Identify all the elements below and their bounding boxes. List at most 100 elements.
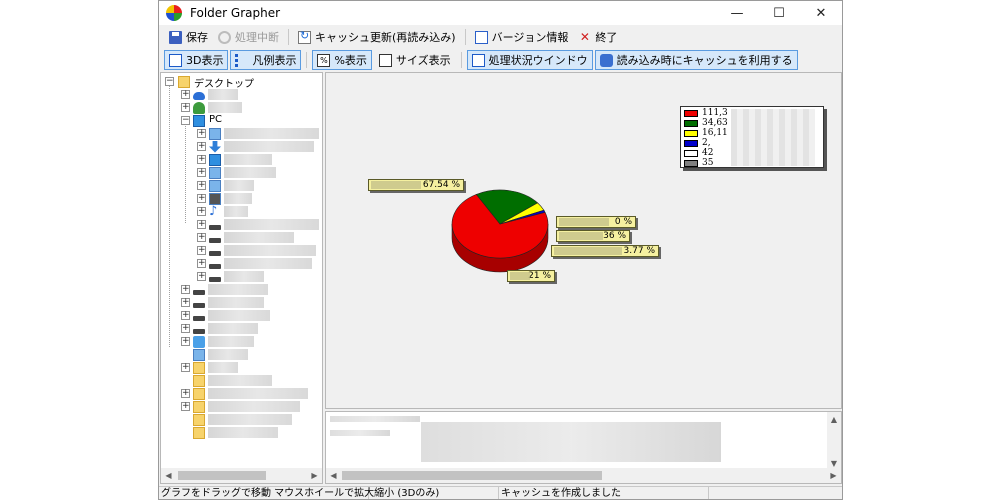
redacted-label <box>224 245 316 256</box>
refresh-cache-button[interactable]: キャッシュ更新(再読み込み) <box>294 27 460 47</box>
expand-icon[interactable]: + <box>197 272 206 281</box>
exit-button[interactable]: ✕ 終了 <box>574 27 621 47</box>
expand-icon[interactable]: + <box>197 181 206 190</box>
info-vertical-scrollbar[interactable]: ▲ ▼ <box>827 412 841 470</box>
tree-node[interactable]: + <box>161 140 322 153</box>
expand-icon[interactable]: + <box>197 207 206 216</box>
tree-node[interactable]: + <box>161 257 322 270</box>
expand-icon[interactable]: + <box>197 142 206 151</box>
tree-node[interactable]: + ♪ <box>161 205 322 218</box>
tree-node[interactable]: + <box>161 127 322 140</box>
toolbar-separator <box>464 29 466 45</box>
pie-label-white-text: 0 % <box>614 217 632 227</box>
expand-icon[interactable]: + <box>181 103 190 112</box>
tree-node[interactable]: + <box>161 387 322 400</box>
tree-node[interactable] <box>161 348 322 361</box>
redacted-label <box>559 232 603 240</box>
scroll-track[interactable] <box>341 468 826 483</box>
info-pane[interactable]: ▲ ▼ ◀ ▶ <box>325 411 842 484</box>
expand-icon[interactable]: + <box>197 259 206 268</box>
expand-icon[interactable]: + <box>197 194 206 203</box>
expand-icon[interactable]: + <box>197 220 206 229</box>
folder-tree[interactable]: − デスクトップ + + − PC + + + + + + + ♪ + + + … <box>160 72 323 484</box>
tree-node[interactable]: + <box>161 88 322 101</box>
tree-node[interactable] <box>161 374 322 387</box>
save-label: 保存 <box>186 31 208 44</box>
redacted-label <box>208 284 268 295</box>
tree-node[interactable]: + <box>161 296 322 309</box>
tree-node[interactable]: + <box>161 101 322 114</box>
tree-node[interactable]: + <box>161 192 322 205</box>
tree-node[interactable]: + <box>161 218 322 231</box>
expand-icon[interactable]: + <box>181 402 190 411</box>
expand-icon[interactable]: + <box>197 233 206 242</box>
pie-label-red-text: 67.54 % <box>422 180 460 190</box>
tree-node[interactable] <box>161 413 322 426</box>
tree-node[interactable]: + <box>161 309 322 322</box>
pie-label-yellow-text: 3.77 % <box>623 246 655 256</box>
minimize-button[interactable]: — <box>716 1 758 25</box>
scroll-left-icon[interactable]: ◀ <box>161 468 176 483</box>
expand-icon[interactable]: + <box>197 129 206 138</box>
title-bar[interactable]: Folder Grapher — ☐ ✕ <box>159 1 842 25</box>
expand-icon[interactable]: + <box>181 337 190 346</box>
tree-node[interactable]: + <box>161 322 322 335</box>
scroll-right-icon[interactable]: ▶ <box>307 468 322 483</box>
collapse-icon[interactable]: − <box>181 116 190 125</box>
size-toggle[interactable]: サイズ表示 <box>374 50 456 70</box>
tree-node[interactable]: + <box>161 166 322 179</box>
maximize-button[interactable]: ☐ <box>758 1 800 25</box>
download-icon <box>209 140 221 153</box>
save-button[interactable]: 保存 <box>165 27 212 47</box>
folder-icon <box>193 387 205 400</box>
tree-node[interactable] <box>161 426 322 439</box>
info-horizontal-scrollbar[interactable]: ◀ ▶ <box>326 468 841 483</box>
version-info-button[interactable]: バージョン情報 <box>471 27 573 47</box>
progress-window-toggle[interactable]: 処理状況ウインドウ <box>466 50 593 70</box>
tree-node-pc[interactable]: − PC <box>161 114 322 127</box>
scroll-thumb[interactable] <box>178 471 266 480</box>
folder-icon <box>209 127 221 140</box>
exit-icon: ✕ <box>579 29 590 44</box>
graph-area[interactable]: 67.54 % 0 % 36 % 3.77 % 21 % 111,3 34,63 <box>325 72 842 409</box>
tree-node[interactable]: + <box>161 244 322 257</box>
expand-icon[interactable]: + <box>197 246 206 255</box>
tree-node[interactable]: + <box>161 400 322 413</box>
collapse-icon[interactable]: − <box>165 77 174 86</box>
expand-icon[interactable]: + <box>181 90 190 99</box>
tree-node[interactable]: + <box>161 179 322 192</box>
close-button[interactable]: ✕ <box>800 1 842 25</box>
legend-label: 凡例表示 <box>252 54 297 67</box>
expand-icon[interactable]: + <box>181 285 190 294</box>
expand-icon[interactable]: + <box>181 311 190 320</box>
expand-icon[interactable]: + <box>181 298 190 307</box>
tree-node[interactable]: + <box>161 361 322 374</box>
tree-node[interactable]: + <box>161 283 322 296</box>
expand-icon[interactable]: + <box>197 168 206 177</box>
percent-toggle[interactable]: % %表示 <box>312 50 372 70</box>
expand-icon[interactable]: + <box>197 155 206 164</box>
tree-node-desktop[interactable]: − デスクトップ <box>161 75 322 90</box>
stop-processing-button[interactable]: 処理中断 <box>214 27 283 47</box>
tree-horizontal-scrollbar[interactable]: ◀ ▶ <box>161 468 322 483</box>
scroll-right-icon[interactable]: ▶ <box>826 468 841 483</box>
legend-toggle[interactable]: 凡例表示 <box>230 50 302 70</box>
tree-node[interactable]: + <box>161 270 322 283</box>
scroll-thumb[interactable] <box>342 471 602 480</box>
tree-node[interactable]: + <box>161 335 322 348</box>
tree-node[interactable]: + <box>161 231 322 244</box>
use-cache-toggle[interactable]: 読み込み時にキャッシュを利用する <box>594 50 798 70</box>
expand-icon[interactable]: + <box>181 363 190 372</box>
video-icon <box>209 192 221 205</box>
scroll-track[interactable] <box>176 468 307 483</box>
refresh-icon <box>298 29 311 44</box>
redacted-label <box>224 154 272 165</box>
expand-icon[interactable]: + <box>181 389 190 398</box>
progress-window-label: 処理状況ウインドウ <box>488 54 588 67</box>
scroll-left-icon[interactable]: ◀ <box>326 468 341 483</box>
view-3d-toggle[interactable]: 3D表示 <box>164 50 229 70</box>
view-3d-label: 3D表示 <box>186 54 224 67</box>
expand-icon[interactable]: + <box>181 324 190 333</box>
scroll-up-icon[interactable]: ▲ <box>827 412 841 426</box>
tree-node[interactable]: + <box>161 153 322 166</box>
